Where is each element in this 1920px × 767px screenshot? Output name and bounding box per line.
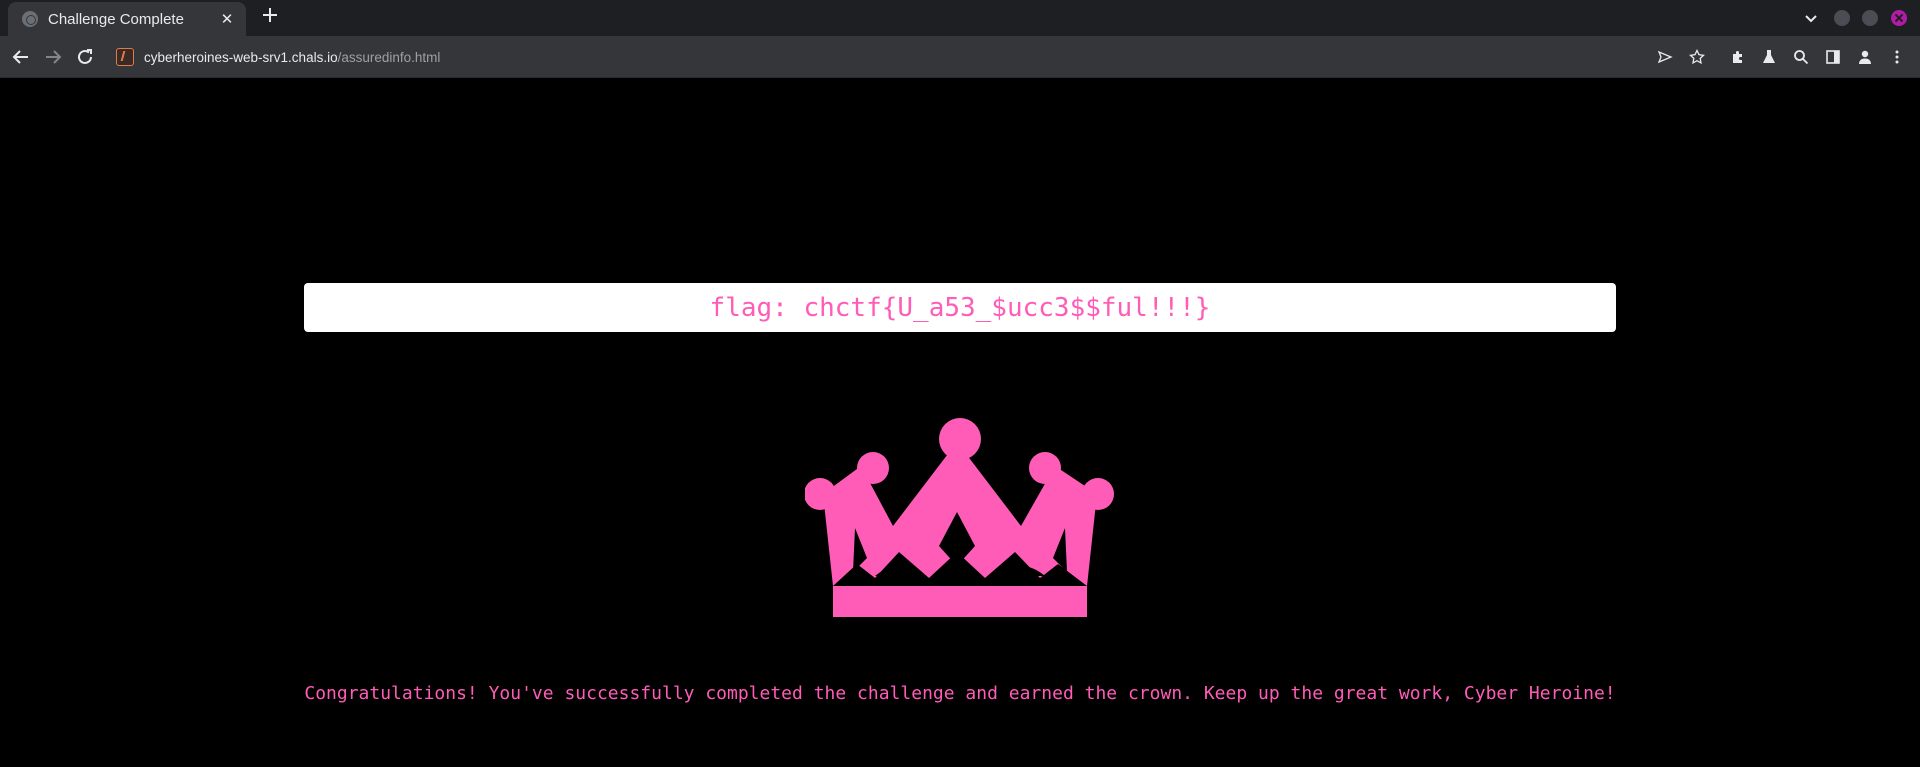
crown-icon — [805, 418, 1114, 617]
chevron-down-icon — [1805, 15, 1817, 23]
minimize-window-button[interactable] — [1834, 10, 1850, 26]
flag-text: flag: chctf{U_a53_$ucc3$$ful!!!} — [709, 292, 1211, 323]
send-to-devices-button[interactable] — [1655, 47, 1675, 67]
close-tab-icon[interactable]: ✕ — [218, 10, 236, 28]
avatar-icon — [1859, 50, 1871, 64]
send-icon — [1657, 50, 1673, 64]
url-host: cyberheroines-web-srv1.chals.io — [144, 49, 338, 65]
puzzle-icon — [1733, 51, 1742, 63]
profile-button[interactable] — [1855, 47, 1875, 67]
arrow-left-icon — [12, 50, 28, 64]
page-content: flag: chctf{U_a53_$ucc3$$ful!!!} Congrat… — [0, 78, 1920, 767]
new-tab-button[interactable] — [258, 6, 282, 30]
search-icon — [1794, 50, 1809, 65]
search-button[interactable] — [1791, 47, 1811, 67]
browser-menu-button[interactable] — [1887, 47, 1907, 67]
side-panel-icon — [1826, 50, 1840, 64]
bookmark-button[interactable] — [1687, 47, 1707, 67]
tab-search-button[interactable] — [1800, 8, 1822, 30]
browser-toolbar: cyberheroines-web-srv1.chals.io/assuredi… — [0, 36, 1920, 78]
back-button[interactable] — [9, 45, 33, 69]
maximize-window-button[interactable] — [1862, 10, 1878, 26]
star-icon — [1689, 49, 1705, 65]
labs-button[interactable] — [1759, 47, 1779, 67]
globe-icon — [22, 11, 38, 27]
close-window-button[interactable] — [1891, 10, 1907, 26]
tab-title: Challenge Complete — [48, 10, 184, 28]
tab-strip: Challenge Complete ✕ — [0, 0, 1920, 36]
more-vertical-icon — [1895, 50, 1899, 64]
url-text[interactable]: cyberheroines-web-srv1.chals.io/assuredi… — [144, 50, 440, 65]
congratulations-message: Congratulations! You've successfully com… — [304, 683, 1616, 704]
reload-button[interactable] — [73, 45, 97, 69]
site-info-icon[interactable] — [116, 48, 134, 66]
flask-icon — [1763, 50, 1775, 63]
extensions-button[interactable] — [1728, 47, 1748, 67]
address-bar[interactable]: cyberheroines-web-srv1.chals.io/assuredi… — [108, 41, 1698, 73]
browser-tab-active[interactable]: Challenge Complete ✕ — [8, 2, 246, 36]
flag-box: flag: chctf{U_a53_$ucc3$$ful!!!} — [304, 283, 1616, 332]
url-path: /assuredinfo.html — [337, 49, 441, 65]
reload-icon — [78, 49, 92, 64]
side-panel-button[interactable] — [1823, 47, 1843, 67]
arrow-right-icon — [46, 50, 62, 64]
forward-button[interactable] — [41, 45, 65, 69]
plus-icon — [263, 8, 277, 22]
